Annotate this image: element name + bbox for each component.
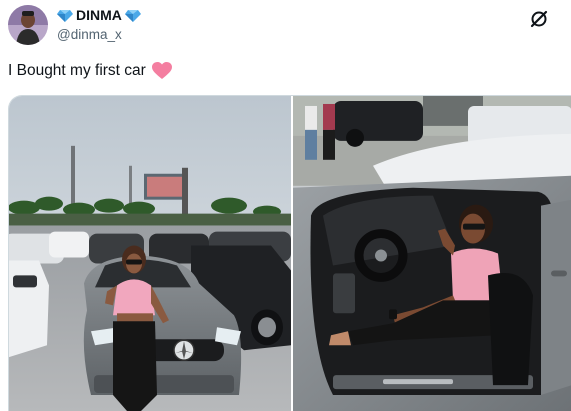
pink-heart-icon [151, 62, 172, 79]
user-handle[interactable]: @dinma_x [57, 26, 122, 44]
display-name-row[interactable]: DINMA [57, 6, 141, 24]
driver-seat-image [293, 96, 571, 411]
avatar-image [8, 5, 48, 45]
car-lot-image [9, 96, 291, 411]
photo-driver-seat[interactable] [293, 96, 571, 411]
tweet-body: I Bought my first car [8, 62, 146, 79]
avatar[interactable] [8, 5, 48, 45]
blue-diamond-icon [124, 10, 141, 22]
display-name[interactable]: DINMA [76, 6, 122, 24]
grok-button[interactable] [529, 9, 549, 29]
grok-icon [530, 10, 548, 28]
blue-diamond-icon [57, 10, 73, 22]
tweet-media[interactable] [8, 95, 571, 411]
tweet-text: I Bought my first car [8, 61, 172, 81]
photo-car-lot[interactable] [9, 96, 291, 411]
